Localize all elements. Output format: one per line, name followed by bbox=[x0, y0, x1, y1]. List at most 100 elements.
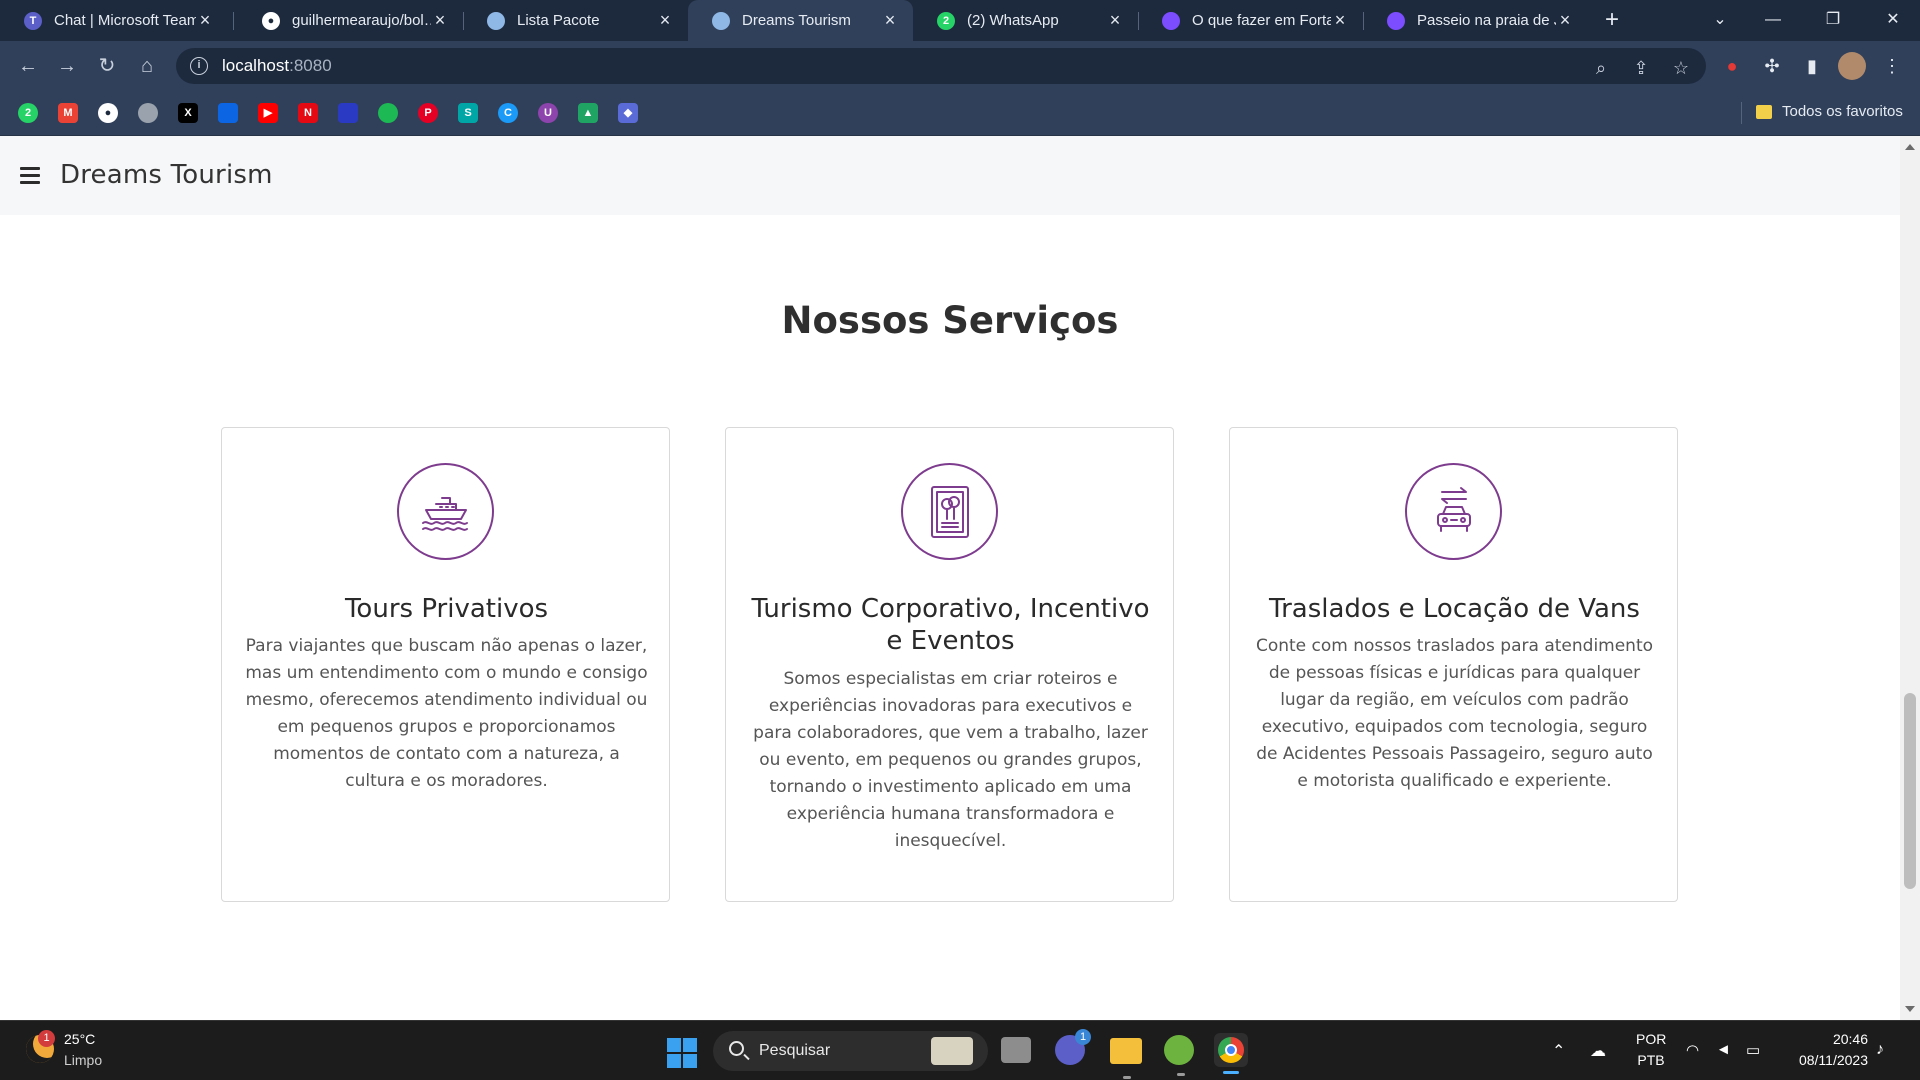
home-icon[interactable]: ⌂ bbox=[133, 52, 161, 80]
tab-dreams-tourism[interactable]: Dreams Tourism × bbox=[688, 0, 913, 41]
chrome-taskbar-icon[interactable] bbox=[1214, 1033, 1248, 1074]
clock-time[interactable]: 20:46 bbox=[1776, 1031, 1868, 1047]
volume-icon[interactable]: ◄ bbox=[1716, 1041, 1731, 1058]
taskbar-search[interactable]: Pesquisar bbox=[713, 1031, 988, 1071]
scroll-thumb[interactable] bbox=[1904, 693, 1916, 889]
event-poster-icon bbox=[901, 463, 998, 560]
car-transfer-icon bbox=[1405, 463, 1502, 560]
udemy-bookmark-icon[interactable]: U bbox=[538, 103, 558, 123]
keyboard-layout-indicator[interactable]: PTB bbox=[1636, 1052, 1666, 1068]
bookmark-star-icon[interactable]: ☆ bbox=[1669, 56, 1693, 80]
close-icon[interactable]: × bbox=[196, 10, 214, 31]
menu-kebab-icon[interactable]: ⋮ bbox=[1878, 52, 1906, 80]
scroll-up-arrow-icon[interactable] bbox=[1905, 144, 1915, 150]
new-tab-button[interactable]: + bbox=[1598, 6, 1626, 34]
site-navbar: Dreams Tourism bbox=[0, 136, 1900, 215]
service-description: Conte com nossos traslados para atendime… bbox=[1255, 636, 1654, 791]
minimize-button[interactable]: — bbox=[1753, 6, 1793, 34]
close-icon[interactable]: × bbox=[431, 10, 449, 31]
tab-passeio-praia[interactable]: Passeio na praia de J… × bbox=[1363, 0, 1588, 41]
task-view-icon[interactable] bbox=[1001, 1037, 1031, 1063]
scroll-down-arrow-icon[interactable] bbox=[1905, 1006, 1915, 1012]
weather-temp[interactable]: 25°C bbox=[64, 1031, 95, 1047]
file-explorer-icon[interactable] bbox=[1110, 1038, 1142, 1079]
youtube-bookmark-icon[interactable]: ▶ bbox=[258, 103, 278, 123]
translate-bookmark-icon[interactable] bbox=[338, 103, 358, 123]
tab-lista-pacote[interactable]: Lista Pacote × bbox=[463, 0, 688, 41]
service-title: Turismo Corporativo, Incentivo e Eventos bbox=[751, 594, 1150, 656]
github-icon: ● bbox=[262, 11, 280, 30]
tab-teams[interactable]: T Chat | Microsoft Teams × bbox=[0, 0, 228, 41]
close-icon[interactable]: × bbox=[656, 10, 674, 31]
page-viewport: Dreams Tourism Nossos Serviços Tours Pri… bbox=[0, 136, 1920, 1020]
globe-icon bbox=[712, 11, 730, 30]
notification-bell-icon[interactable]: ♪ bbox=[1876, 1041, 1884, 1059]
side-panel-icon[interactable]: ▮ bbox=[1798, 52, 1826, 80]
hamburger-menu-icon[interactable] bbox=[20, 167, 40, 184]
search-icon bbox=[729, 1041, 744, 1056]
tab-title: Dreams Tourism bbox=[742, 12, 851, 29]
close-icon[interactable]: × bbox=[1556, 10, 1574, 31]
netflix-bookmark-icon[interactable]: N bbox=[298, 103, 318, 123]
bookmarks-bar: 2 M ● X ▶ N P S C U ▲ ◆ Todos os favorit… bbox=[0, 91, 1920, 136]
tab-fortaleza[interactable]: O que fazer em Forta… × bbox=[1138, 0, 1363, 41]
extensions-puzzle-icon[interactable]: ✣ bbox=[1758, 52, 1786, 80]
chevron-up-icon[interactable]: ⌃ bbox=[1552, 1041, 1565, 1061]
whatsapp-icon: 2 bbox=[937, 11, 955, 30]
share-icon[interactable]: ⇪ bbox=[1629, 56, 1653, 80]
cruise-ship-icon bbox=[397, 463, 494, 560]
tool-bookmark-icon[interactable]: ◆ bbox=[618, 103, 638, 123]
all-bookmarks-link[interactable]: Todos os favoritos bbox=[1782, 103, 1903, 120]
tab-search-icon[interactable]: ⌄ bbox=[1700, 6, 1740, 34]
canva-bookmark-icon[interactable]: C bbox=[498, 103, 518, 123]
pinterest-bookmark-icon[interactable]: P bbox=[418, 103, 438, 123]
restore-button[interactable]: ❐ bbox=[1813, 6, 1853, 34]
browser-tab-strip: T Chat | Microsoft Teams × ● guilhermear… bbox=[0, 0, 1920, 41]
site-brand[interactable]: Dreams Tourism bbox=[60, 160, 273, 190]
close-icon[interactable]: × bbox=[1331, 10, 1349, 31]
apple-bookmark-icon[interactable] bbox=[138, 103, 158, 123]
zoom-icon[interactable]: ⌕ bbox=[1589, 56, 1613, 80]
x-bookmark-icon[interactable]: X bbox=[178, 103, 198, 123]
start-windows-icon[interactable] bbox=[667, 1038, 697, 1068]
moon-icon bbox=[1387, 11, 1405, 30]
wifi-icon[interactable]: ◠ bbox=[1686, 1041, 1699, 1059]
teams-chat-icon[interactable]: 1 bbox=[1055, 1029, 1091, 1065]
service-description: Para viajantes que buscam não apenas o l… bbox=[245, 636, 648, 791]
browser-toolbar: ← → ↻ ⌂ i localhost:8080 ⌕ ⇪ ☆ ● ✣ ▮ ⋮ bbox=[0, 41, 1920, 91]
forward-icon[interactable]: → bbox=[53, 52, 81, 80]
trello-bookmark-icon[interactable] bbox=[218, 103, 238, 123]
whatsapp-bookmark-icon[interactable]: 2 bbox=[18, 103, 38, 123]
gmail-bookmark-icon[interactable]: M bbox=[58, 103, 78, 123]
chat-badge: 1 bbox=[1075, 1029, 1091, 1045]
close-icon[interactable]: × bbox=[881, 10, 899, 31]
language-indicator[interactable]: POR bbox=[1636, 1031, 1666, 1047]
address-bar[interactable]: i localhost:8080 ⌕ ⇪ ☆ bbox=[176, 48, 1706, 84]
battery-icon[interactable]: ▭ bbox=[1746, 1041, 1760, 1059]
site-info-icon[interactable]: i bbox=[190, 57, 208, 75]
page-scrollbar[interactable] bbox=[1900, 136, 1920, 1020]
close-window-button[interactable]: ✕ bbox=[1873, 6, 1913, 34]
sp-bookmark-icon[interactable]: S bbox=[458, 103, 478, 123]
weather-condition[interactable]: Limpo bbox=[64, 1052, 102, 1068]
clock-date[interactable]: 08/11/2023 bbox=[1776, 1052, 1868, 1068]
spring-tool-icon[interactable] bbox=[1164, 1035, 1194, 1076]
spotify-bookmark-icon[interactable] bbox=[378, 103, 398, 123]
service-description: Somos especialistas em criar roteiros e … bbox=[753, 669, 1148, 851]
github-bookmark-icon[interactable]: ● bbox=[98, 103, 118, 123]
extension-red-icon[interactable]: ● bbox=[1718, 52, 1746, 80]
back-icon[interactable]: ← bbox=[14, 52, 42, 80]
drive-bookmark-icon[interactable]: ▲ bbox=[578, 103, 598, 123]
section-title: Nossos Serviços bbox=[781, 299, 1119, 342]
profile-avatar[interactable] bbox=[1838, 52, 1866, 80]
close-icon[interactable]: × bbox=[1106, 10, 1124, 31]
tab-github[interactable]: ● guilhermearaujo/bol… × bbox=[238, 0, 463, 41]
onedrive-cloud-icon[interactable]: ☁ bbox=[1590, 1041, 1606, 1061]
moon-icon bbox=[1162, 11, 1180, 30]
tab-whatsapp[interactable]: 2 (2) WhatsApp × bbox=[913, 0, 1138, 41]
tab-title: Passeio na praia de J… bbox=[1417, 12, 1556, 29]
teams-icon: T bbox=[24, 11, 42, 30]
weather-badge: 1 bbox=[38, 1030, 55, 1047]
tab-title: (2) WhatsApp bbox=[967, 12, 1059, 29]
reload-icon[interactable]: ↻ bbox=[93, 52, 121, 80]
